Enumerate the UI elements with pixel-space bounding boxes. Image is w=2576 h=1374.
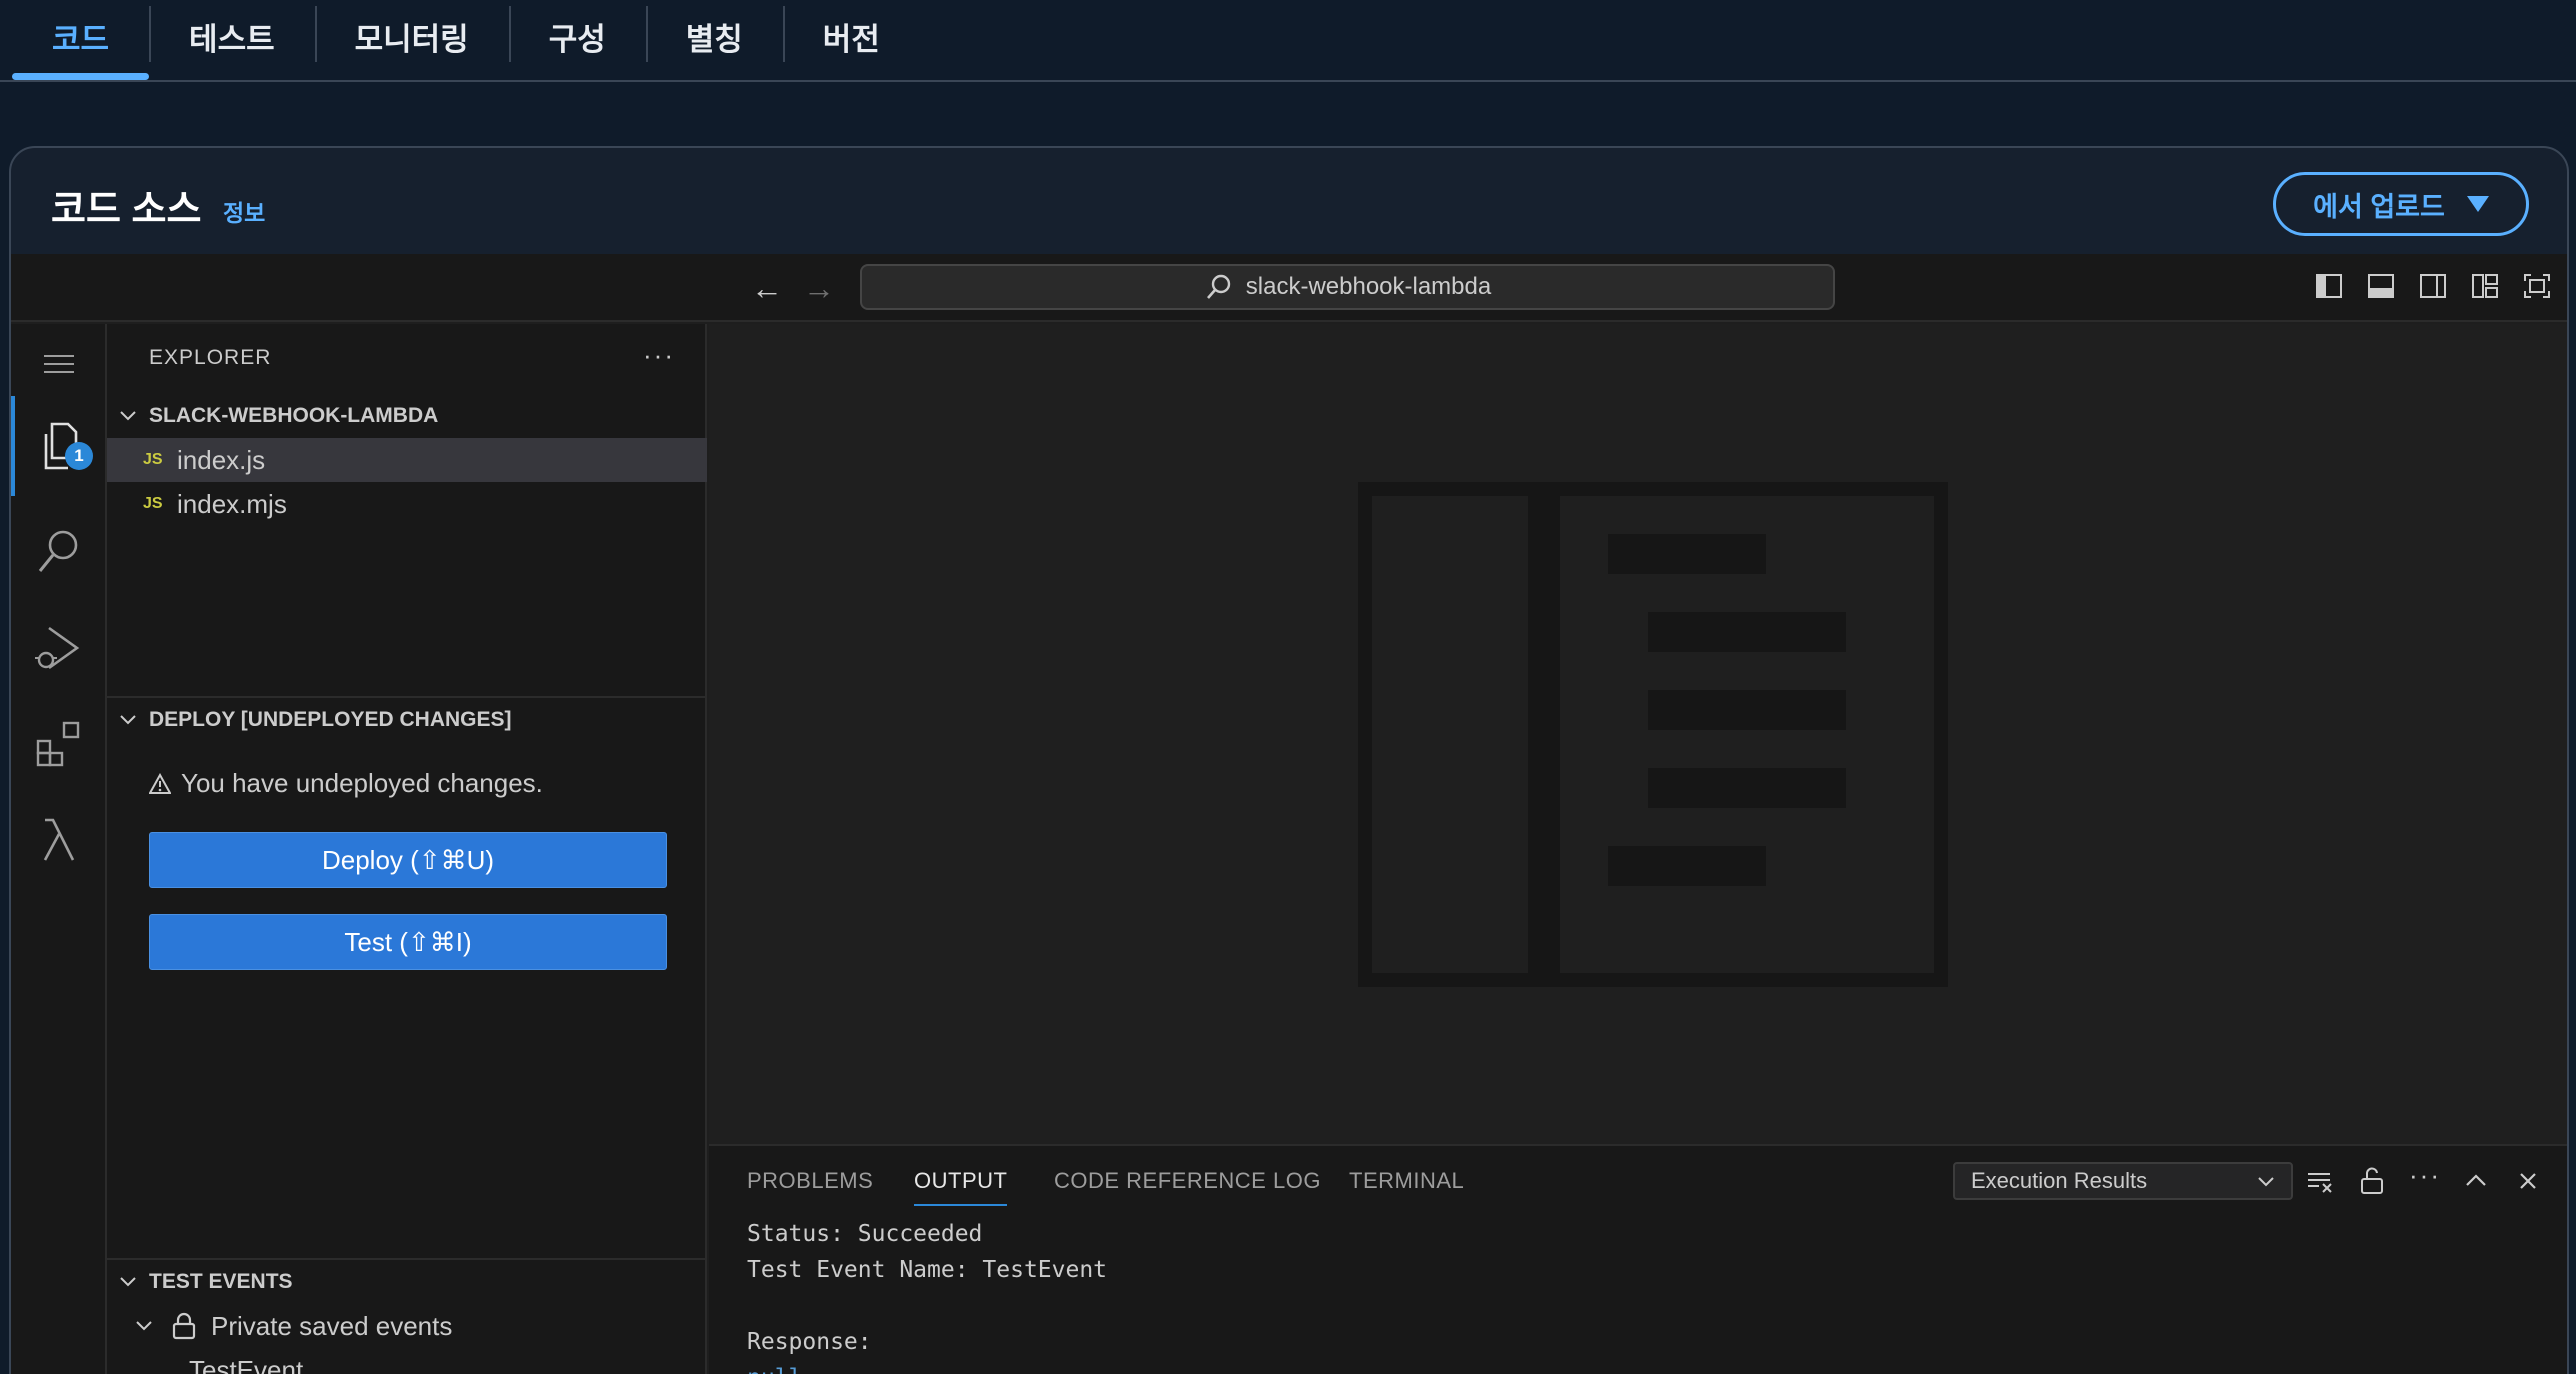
forward-arrow-icon[interactable]: → <box>803 270 835 307</box>
test-button[interactable]: Test (⇧⌘I) <box>149 914 667 970</box>
explorer-badge: 1 <box>65 442 93 470</box>
tab-test[interactable]: 테스트 <box>149 0 315 80</box>
info-link[interactable]: 정보 <box>223 194 265 228</box>
fullscreen-icon[interactable] <box>2523 272 2551 300</box>
chevron-down-icon <box>120 411 136 421</box>
extensions-icon[interactable] <box>11 704 107 784</box>
group-label: Private saved events <box>211 1310 453 1341</box>
undeployed-warning: You have undeployed changes. <box>149 768 543 799</box>
tab-label: 구성 <box>548 22 606 57</box>
output-channel-select[interactable]: Execution Results <box>1953 1162 2293 1200</box>
output-status: Status: Succeeded <box>747 1221 983 1247</box>
deploy-heading: DEPLOY [UNDEPLOYED CHANGES] <box>149 708 512 731</box>
private-saved-events-group[interactable]: Private saved events <box>107 1304 707 1348</box>
tab-monitoring[interactable]: 모니터링 <box>314 0 509 80</box>
test-events-heading: TEST EVENTS <box>149 1270 293 1293</box>
tab-configuration[interactable]: 구성 <box>508 0 646 80</box>
unlock-icon[interactable] <box>2357 1166 2387 1196</box>
command-center-text: slack-webhook-lambda <box>1245 273 1492 300</box>
tab-terminal[interactable]: TERMINAL <box>1349 1168 1464 1194</box>
more-actions-icon[interactable]: ··· <box>643 340 675 371</box>
output-response-value: null <box>747 1365 802 1374</box>
tab-versions[interactable]: 버전 <box>782 0 920 80</box>
js-file-icon: JS <box>143 495 163 512</box>
chevron-down-icon <box>120 715 136 725</box>
chevron-down-icon <box>2258 1177 2274 1187</box>
activity-bar: 1 <box>11 324 107 1374</box>
tab-code-reference-log[interactable]: CODE REFERENCE LOG <box>1054 1168 1321 1194</box>
panel-title: 코드 소스 <box>51 189 202 231</box>
test-events-header[interactable]: TEST EVENTS <box>107 1260 707 1304</box>
tab-label: 테스트 <box>189 22 275 57</box>
caret-down-icon <box>2466 196 2489 212</box>
upload-button-label: 에서 업로드 <box>2313 191 2445 222</box>
file-item-index-js[interactable]: JS index.js <box>107 438 707 482</box>
tab-aliases[interactable]: 별칭 <box>645 0 783 80</box>
deploy-section-header[interactable]: DEPLOY [UNDEPLOYED CHANGES] <box>107 698 707 742</box>
tab-label: 별칭 <box>685 22 743 57</box>
lambda-icon[interactable] <box>11 800 107 880</box>
toggle-primary-sidebar-icon[interactable] <box>2315 272 2343 300</box>
layout-controls <box>2315 272 2551 300</box>
explorer-files-icon[interactable]: 1 <box>11 396 107 496</box>
selected-channel: Execution Results <box>1971 1168 2148 1193</box>
chevron-down-icon <box>120 1277 136 1287</box>
empty-editor-watermark-icon <box>1358 482 1948 987</box>
test-event-item[interactable]: TestEvent <box>107 1348 707 1374</box>
explorer-title: EXPLORER <box>149 346 272 369</box>
tab-code[interactable]: 코드 <box>12 0 150 80</box>
command-center-search[interactable]: slack-webhook-lambda <box>860 264 1835 310</box>
code-source-panel: 코드 소스 정보 에서 업로드 ← → slack-webhook-lambda <box>9 146 2569 1374</box>
folder-name: SLACK-WEBHOOK-LAMBDA <box>149 404 439 427</box>
output-response-label: Response: <box>747 1329 872 1355</box>
code-editor: ← → slack-webhook-lambda 1 EXPLORER ··· … <box>11 254 2567 1374</box>
chevron-down-icon <box>136 1321 152 1331</box>
file-name: index.js <box>177 444 266 475</box>
file-item-index-mjs[interactable]: JS index.mjs <box>107 482 707 526</box>
deploy-button[interactable]: Deploy (⇧⌘U) <box>149 832 667 888</box>
run-and-debug-icon[interactable] <box>11 608 107 688</box>
toggle-secondary-sidebar-icon[interactable] <box>2419 272 2447 300</box>
tab-output[interactable]: OUTPUT <box>914 1168 1008 1206</box>
toggle-panel-icon[interactable] <box>2367 272 2395 300</box>
file-name: index.mjs <box>177 488 287 519</box>
more-actions-icon[interactable]: ··· <box>2409 1160 2439 1190</box>
editor-area <box>709 324 2567 1144</box>
explorer-sidebar: EXPLORER ··· SLACK-WEBHOOK-LAMBDA JS ind… <box>107 324 707 1374</box>
output-event-name: Test Event Name: TestEvent <box>747 1257 1108 1283</box>
js-file-icon: JS <box>143 451 163 468</box>
upload-from-button[interactable]: 에서 업로드 <box>2273 172 2529 236</box>
tab-label: 모니터링 <box>354 22 469 57</box>
search-icon[interactable] <box>11 512 107 592</box>
editor-titlebar: ← → slack-webhook-lambda <box>11 254 2567 322</box>
clear-output-icon[interactable] <box>2305 1166 2335 1196</box>
lock-icon <box>172 1312 196 1340</box>
panel-header: 코드 소스 정보 에서 업로드 <box>11 148 2567 254</box>
tab-problems[interactable]: PROBLEMS <box>747 1168 873 1194</box>
test-event-name: TestEvent <box>189 1354 304 1374</box>
tab-label: 버전 <box>822 22 880 57</box>
menu-icon[interactable] <box>11 324 107 404</box>
maximize-panel-icon[interactable] <box>2461 1166 2491 1196</box>
customize-layout-icon[interactable] <box>2471 272 2499 300</box>
tab-label: 코드 <box>52 22 110 57</box>
close-icon[interactable] <box>2513 1166 2543 1196</box>
search-icon <box>1206 274 1230 299</box>
bottom-panel: PROBLEMS OUTPUT CODE REFERENCE LOG TERMI… <box>709 1144 2567 1374</box>
back-arrow-icon[interactable]: ← <box>751 270 783 307</box>
warning-icon <box>149 772 171 794</box>
top-tab-bar: 코드 테스트 모니터링 구성 별칭 버전 <box>0 0 2576 82</box>
warning-text: You have undeployed changes. <box>181 768 543 798</box>
output-log: Status: Succeeded Test Event Name: TestE… <box>747 1216 1107 1374</box>
folder-header[interactable]: SLACK-WEBHOOK-LAMBDA <box>107 394 707 438</box>
